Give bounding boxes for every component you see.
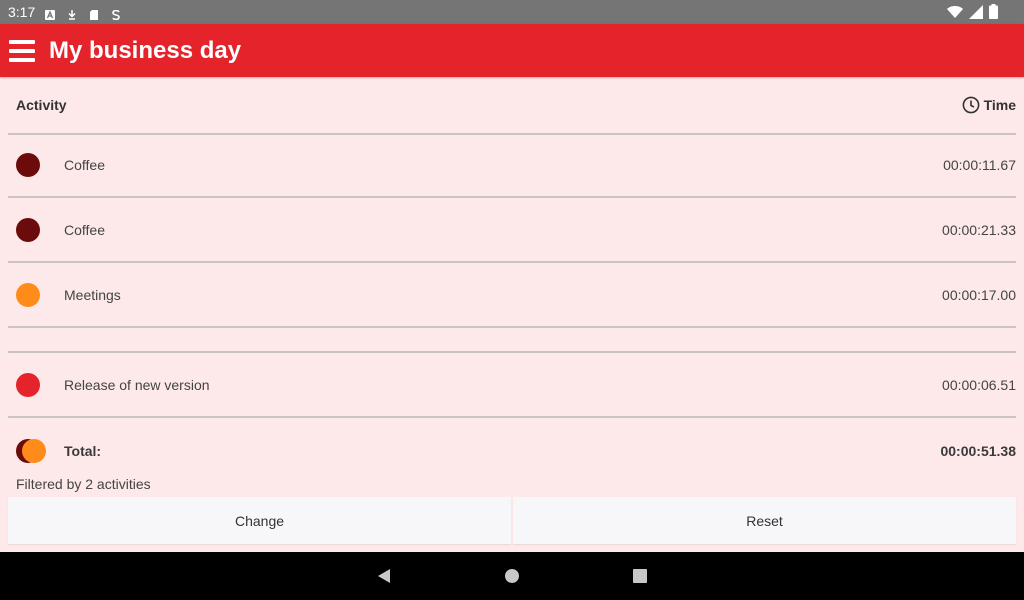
total-color-dots [16, 438, 48, 463]
table-row[interactable]: Release of new version 00:00:06.51 [8, 353, 1016, 418]
battery-icon [989, 4, 998, 22]
total-row: Total: 00:00:51.38 [8, 419, 1016, 482]
activity-color-dot [16, 282, 40, 307]
activity-name: Meetings [64, 286, 121, 303]
activity-color-dot [16, 217, 40, 242]
total-label: Total: [64, 442, 102, 459]
menu-icon[interactable] [9, 39, 35, 62]
home-icon[interactable] [488, 552, 536, 600]
activity-table: Activity Time Coffee 00:00:11.67 Coffee … [0, 77, 1024, 552]
table-row[interactable]: Meetings 00:00:17.00 [8, 263, 1016, 328]
time-header-label: Time [983, 97, 1016, 113]
activity-time: 00:00:11.67 [943, 156, 1016, 173]
activity-time: 00:00:21.33 [942, 221, 1016, 238]
activity-name: Release of new version [64, 376, 210, 393]
app-title: My business day [49, 36, 242, 64]
table-row[interactable]: Coffee 00:00:21.33 [8, 198, 1016, 263]
total-color-dot [22, 438, 46, 463]
activity-name: Coffee [64, 156, 105, 173]
signal-icon [969, 4, 983, 22]
activity-name: Coffee [64, 221, 105, 238]
app-bar: My business day [0, 24, 1024, 77]
sd-card-icon [89, 7, 99, 20]
a-notification-icon [45, 7, 56, 20]
change-button[interactable]: Change [8, 497, 511, 544]
navigation-bar [0, 552, 1024, 600]
time-column-header[interactable]: Time [962, 96, 1016, 114]
back-icon[interactable] [360, 552, 408, 600]
s-notification-icon [111, 7, 121, 21]
filter-status: Filtered by 2 activities [16, 476, 151, 492]
status-time: 3:17 [8, 4, 36, 20]
download-icon [67, 7, 77, 20]
table-row[interactable]: Coffee 00:00:11.67 [8, 133, 1016, 198]
total-time: 00:00:51.38 [940, 442, 1016, 459]
recents-icon[interactable] [616, 552, 664, 600]
activity-time: 00:00:06.51 [942, 376, 1016, 393]
reset-button[interactable]: Reset [513, 497, 1016, 544]
row-divider [8, 328, 1016, 353]
activity-column-header: Activity [16, 97, 67, 113]
clock-icon [962, 96, 979, 114]
activity-color-dot [16, 152, 40, 177]
table-header: Activity Time [8, 77, 1016, 135]
wifi-icon [947, 5, 963, 22]
status-bar: 3:17 [0, 0, 1024, 24]
activity-time: 00:00:17.00 [942, 286, 1016, 303]
button-bar: Change Reset [8, 497, 1016, 544]
activity-color-dot [16, 372, 40, 397]
